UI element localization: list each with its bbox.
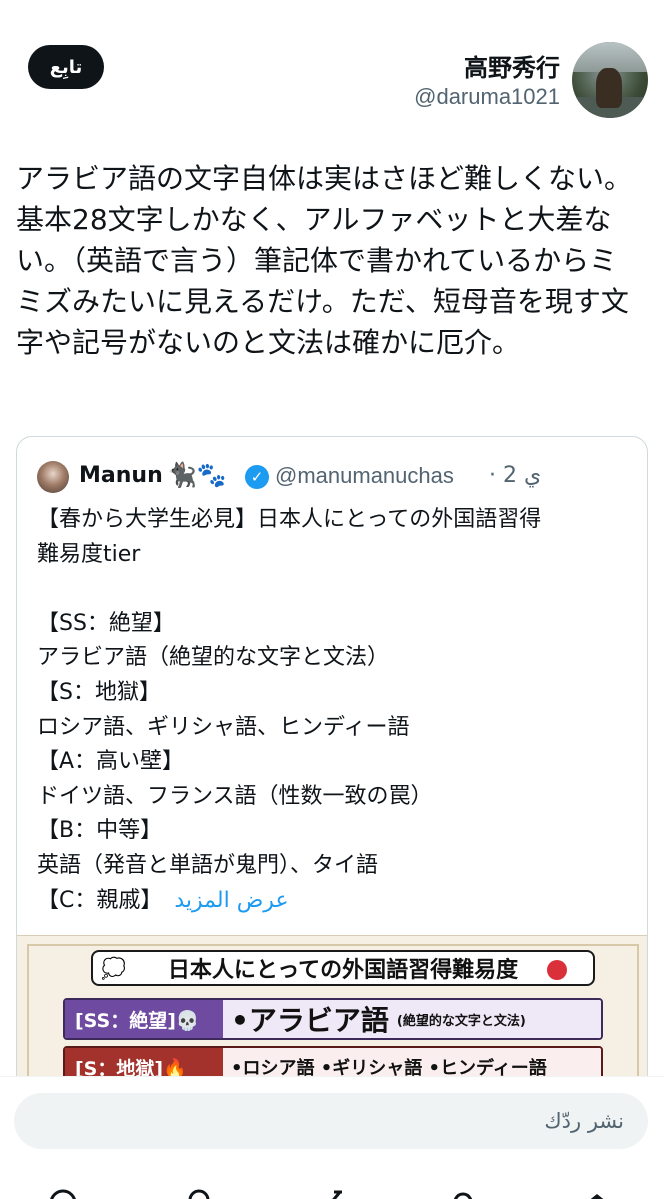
- image-title-box: 💭 日本人にとっての外国語習得難易度: [91, 950, 595, 986]
- thought-bubble-icon: 💭: [101, 956, 126, 980]
- quoted-tweet-text: 【春から大学生必見】日本人にとっての外国語習得 難易度tier 【SS：絶望】 …: [37, 503, 637, 918]
- red-circle-icon: [547, 960, 567, 980]
- notifications-icon[interactable]: [444, 1186, 482, 1199]
- quoted-tweet-header: Manun 🐈‍⬛🐾 ✓ @manumanuchas · 2 ي: [37, 459, 637, 495]
- quoted-author-handle[interactable]: @manumanuchas: [275, 463, 454, 489]
- verified-badge-icon: ✓: [245, 465, 269, 489]
- tier-content: •アラビア語 (絶望的な文字と文法): [223, 1000, 601, 1038]
- spaces-icon[interactable]: [180, 1186, 218, 1199]
- separator-dot: ·: [489, 463, 496, 488]
- bottom-tab-bar: [0, 1178, 664, 1199]
- reply-input[interactable]: [14, 1093, 648, 1149]
- tweet-text: アラビア語の文字自体は実はさほど難しくない。基本28文字しかなく、アルファベット…: [16, 162, 633, 359]
- quoted-tweet-image[interactable]: 💭 日本人にとっての外国語習得難易度 [SS：絶望]💀 •アラビア語 (絶望的な…: [17, 935, 647, 1095]
- quoted-author-avatar[interactable]: [37, 461, 69, 493]
- quoted-tweet-time[interactable]: 2 ي: [503, 463, 541, 488]
- quoted-text-line: 【C：親戚】: [37, 887, 163, 913]
- quoted-author-name[interactable]: Manun: [79, 463, 163, 488]
- quoted-text-line: 【SS：絶望】: [37, 610, 175, 636]
- quoted-text-line: 【B：中等】: [37, 818, 163, 844]
- tier-sub-text: (絶望的な文字と文法): [396, 1013, 526, 1029]
- quoted-text-line: アラビア語（絶望的な文字と文法）: [37, 645, 390, 671]
- tier-row-ss: [SS：絶望]💀 •アラビア語 (絶望的な文字と文法): [63, 998, 603, 1040]
- compose-icon[interactable]: [312, 1186, 350, 1199]
- quoted-text-last-line: 【C：親戚】 عرض المزيد: [37, 884, 637, 919]
- quoted-text-line: [37, 572, 637, 607]
- image-title: 日本人にとっての外国語習得難易度: [167, 958, 519, 983]
- quoted-text-line: 【A：高い壁】: [37, 749, 185, 775]
- quoted-tweet[interactable]: Manun 🐈‍⬛🐾 ✓ @manumanuchas · 2 ي 【春から大学生…: [16, 436, 648, 1096]
- quoted-text-line: 英語（発音と単語が鬼門）、タイ語: [37, 852, 379, 878]
- quoted-text-line: ドイツ語、フランス語（性数一致の罠）: [37, 783, 433, 809]
- author-display-name[interactable]: 高野秀行: [464, 48, 560, 83]
- tweet-header: تابِع 高野秀行 @daruma1021: [0, 0, 664, 140]
- tier-label: [SS：絶望]💀: [65, 1000, 223, 1038]
- search-icon[interactable]: [46, 1186, 84, 1199]
- quoted-author-emoji: 🐈‍⬛🐾: [167, 461, 227, 489]
- tier-main-text: •アラビア語: [231, 1004, 389, 1037]
- quoted-text-line: 【S：地獄】: [37, 679, 161, 705]
- author-handle[interactable]: @daruma1021: [414, 84, 560, 110]
- quoted-text-line: 【春から大学生必見】日本人にとっての外国語習得: [37, 507, 542, 532]
- quoted-text-line: 難易度tier: [37, 541, 141, 567]
- home-icon[interactable]: [578, 1186, 616, 1199]
- quoted-text-line: ロシア語、ギリシャ語、ヒンディー語: [37, 714, 410, 740]
- author-avatar[interactable]: [572, 42, 648, 118]
- follow-button[interactable]: تابِع: [28, 45, 104, 89]
- show-more-link[interactable]: عرض المزيد: [174, 888, 288, 913]
